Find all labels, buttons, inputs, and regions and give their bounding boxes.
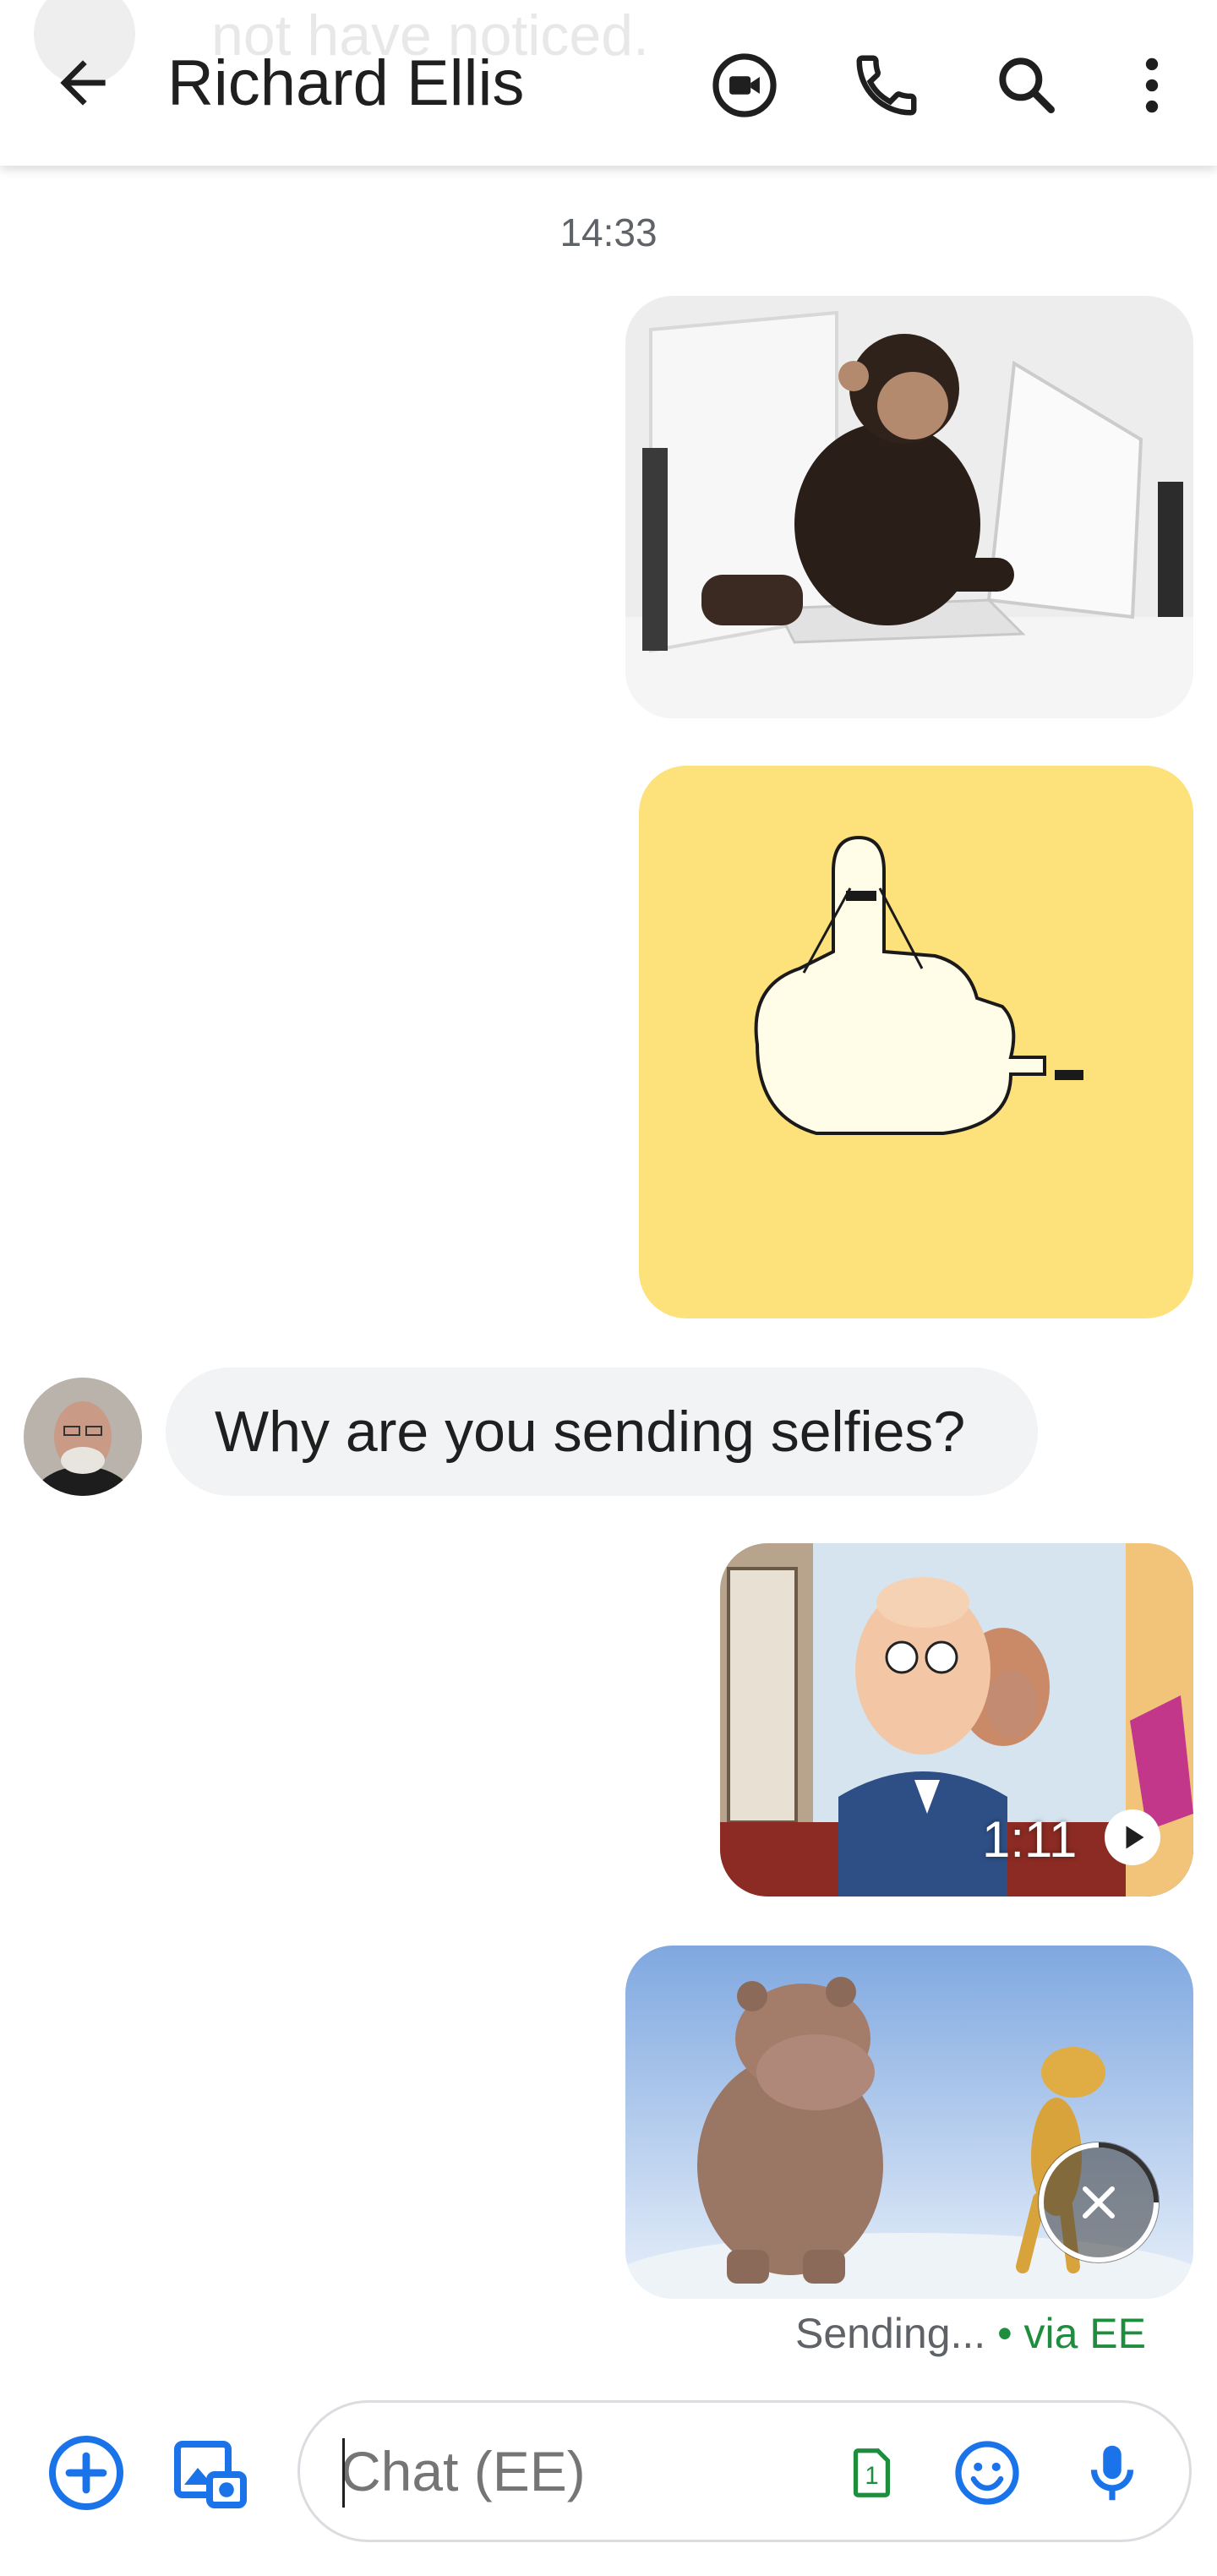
compose-field[interactable]: 1 <box>297 2400 1192 2542</box>
status-separator: • <box>985 2310 1024 2357</box>
received-message-text: Why are you sending selfies? <box>215 1400 966 1464</box>
sending-label: Sending... <box>795 2310 986 2357</box>
video-call-icon[interactable] <box>708 49 781 122</box>
gallery-icon[interactable] <box>169 2432 250 2513</box>
text-caret <box>342 2438 345 2508</box>
message-input[interactable] <box>341 2403 814 2540</box>
message-timestamp: 14:33 <box>559 210 658 254</box>
sent-image-chimp[interactable] <box>625 296 1193 718</box>
sent-sticker-hand[interactable] <box>639 766 1193 1318</box>
video-duration: 1:11 <box>982 1811 1078 1868</box>
more-vert-icon[interactable] <box>1116 49 1188 122</box>
hand-sticker-image <box>639 766 1193 1318</box>
chimp-laptop-image <box>625 296 1193 718</box>
sim-icon[interactable]: 1 <box>841 2443 900 2502</box>
avatar-photo <box>24 1378 142 1496</box>
back-arrow-icon[interactable] <box>49 49 117 117</box>
contact-avatar[interactable] <box>24 1378 142 1496</box>
app-header: not have noticed. Richard Ellis <box>0 0 1217 166</box>
add-circle-icon[interactable] <box>46 2432 127 2513</box>
play-icon[interactable] <box>1102 1807 1163 1868</box>
sim-number: 1 <box>865 2463 878 2490</box>
mic-icon[interactable] <box>1076 2437 1149 2509</box>
emoji-icon[interactable] <box>951 2437 1023 2509</box>
phone-icon[interactable] <box>850 49 923 122</box>
contact-name[interactable]: Richard Ellis <box>167 46 524 122</box>
cancel-upload-icon[interactable] <box>1034 2138 1163 2267</box>
carrier-label: via EE <box>1023 2310 1146 2357</box>
search-icon[interactable] <box>991 49 1063 122</box>
received-message-bubble[interactable]: Why are you sending selfies? <box>166 1367 1038 1496</box>
send-status: Sending... • via EE <box>795 2309 1146 2358</box>
